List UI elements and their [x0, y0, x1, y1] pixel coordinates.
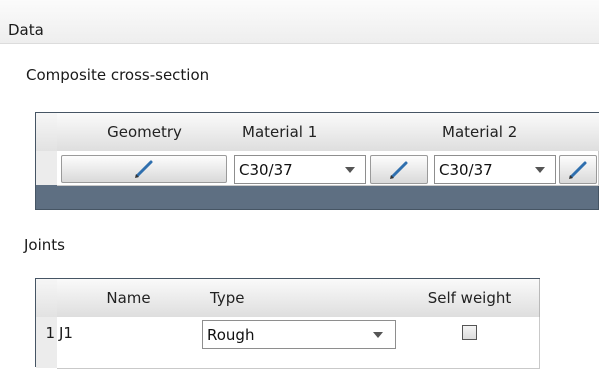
header-material-2[interactable]: Material 2 [432, 113, 599, 152]
joint-self-weight-cell [400, 317, 540, 369]
pencil-icon [135, 160, 153, 178]
chevron-down-icon[interactable] [529, 158, 551, 181]
material-1-cell: C30/37 [232, 151, 433, 186]
pencil-icon [390, 161, 408, 179]
joints-section-label: Joints [24, 236, 65, 254]
composite-section-label: Composite cross-section [26, 66, 210, 84]
composite-grid: Geometry Material 1 Material 2 C30/37 C3… [35, 112, 599, 210]
panel-title: Data [8, 21, 44, 39]
joint-row-index: 1 [45, 324, 55, 342]
material-1-value: C30/37 [239, 161, 293, 179]
joints-corner-header [36, 279, 58, 318]
material-2-cell: C30/37 [432, 151, 599, 186]
joints-grid: Name Type Self weight 1 J1 Rough [35, 278, 540, 369]
self-weight-checkbox[interactable] [462, 325, 477, 340]
edit-material-2-button[interactable] [559, 155, 597, 184]
header-material-1[interactable]: Material 1 [232, 113, 443, 152]
composite-row-header[interactable] [36, 151, 58, 185]
header-geometry[interactable]: Geometry [57, 113, 233, 152]
geometry-cell [57, 151, 233, 186]
joint-type-cell: Rough [200, 317, 401, 369]
joint-name-cell[interactable]: J1 [57, 317, 201, 369]
material-2-value: C30/37 [439, 161, 493, 179]
joint-type-select[interactable]: Rough [202, 320, 396, 349]
header-name[interactable]: Name [57, 279, 201, 318]
header-type[interactable]: Type [200, 279, 411, 318]
panel-header [0, 0, 599, 44]
joint-name: J1 [59, 324, 73, 342]
edit-material-1-button[interactable] [370, 155, 428, 184]
chevron-down-icon[interactable] [367, 323, 389, 346]
material-2-select[interactable]: C30/37 [434, 155, 556, 184]
joint-type-value: Rough [207, 326, 255, 344]
edit-geometry-button[interactable] [61, 155, 227, 183]
material-1-select[interactable]: C30/37 [234, 155, 366, 184]
chevron-down-icon[interactable] [339, 158, 361, 181]
joint-row-header[interactable]: 1 [36, 317, 58, 368]
composite-corner-header [36, 113, 58, 152]
pencil-icon [569, 161, 587, 179]
header-self-weight[interactable]: Self weight [400, 279, 540, 318]
